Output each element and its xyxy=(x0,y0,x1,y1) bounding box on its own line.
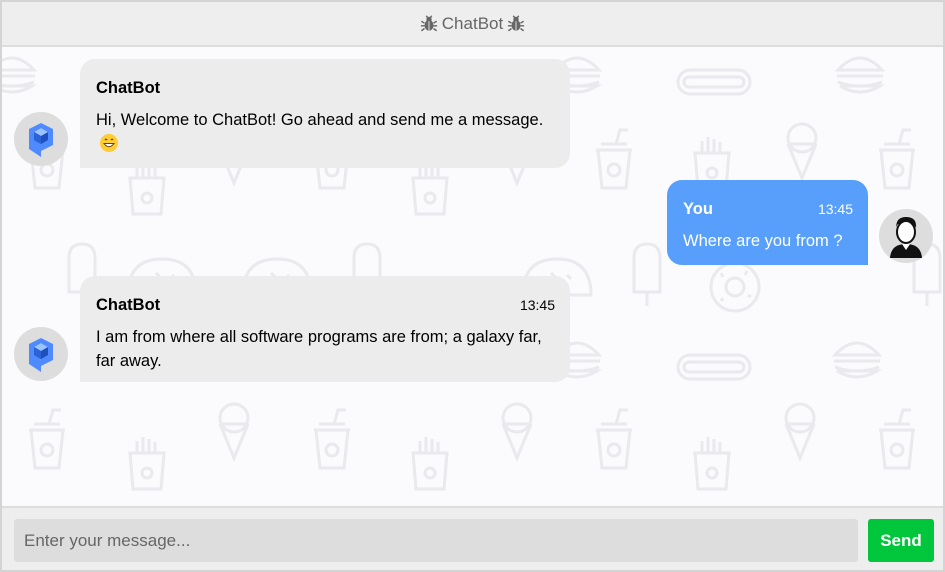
user-message-bubble: You 13:45 Where are you from ? xyxy=(667,180,868,265)
message-time: 13:45 xyxy=(817,201,853,217)
bug-icon xyxy=(508,14,525,31)
message-composer: Send xyxy=(2,506,943,570)
person-icon xyxy=(890,217,922,258)
bot-message-bubble: ChatBot Hi, Welcome to ChatBot! Go ahead… xyxy=(80,59,570,168)
message-sender: You xyxy=(683,200,713,218)
bug-icon xyxy=(420,14,437,31)
user-avatar xyxy=(879,209,933,263)
message-time: 13:45 xyxy=(519,297,555,313)
bot-avatar xyxy=(14,112,68,166)
grinning-face-emoji xyxy=(100,134,118,152)
header-title: ChatBot xyxy=(441,13,504,33)
message-text: Hi, Welcome to ChatBot! Go ahead and sen… xyxy=(96,108,555,156)
message-text: I am from where all software programs ar… xyxy=(96,328,542,370)
bot-avatar xyxy=(14,327,68,381)
bot-message-bubble: ChatBot 13:45 I am from where all softwa… xyxy=(80,276,570,382)
send-button[interactable]: Send xyxy=(868,519,934,562)
chat-window: ChatBot ChatBot Hi, Welcome to ChatBot! … xyxy=(0,0,945,572)
chat-header: ChatBot xyxy=(2,2,943,47)
message-input[interactable] xyxy=(14,519,858,562)
bot-logo-icon xyxy=(29,123,53,157)
bot-logo-icon xyxy=(29,338,53,372)
message-sender: ChatBot xyxy=(96,296,161,314)
message-sender: ChatBot xyxy=(96,79,161,97)
message-text-content: Hi, Welcome to ChatBot! Go ahead and sen… xyxy=(96,111,544,129)
message-text: Where are you from ? xyxy=(683,232,843,250)
message-area[interactable]: ChatBot Hi, Welcome to ChatBot! Go ahead… xyxy=(2,47,943,506)
